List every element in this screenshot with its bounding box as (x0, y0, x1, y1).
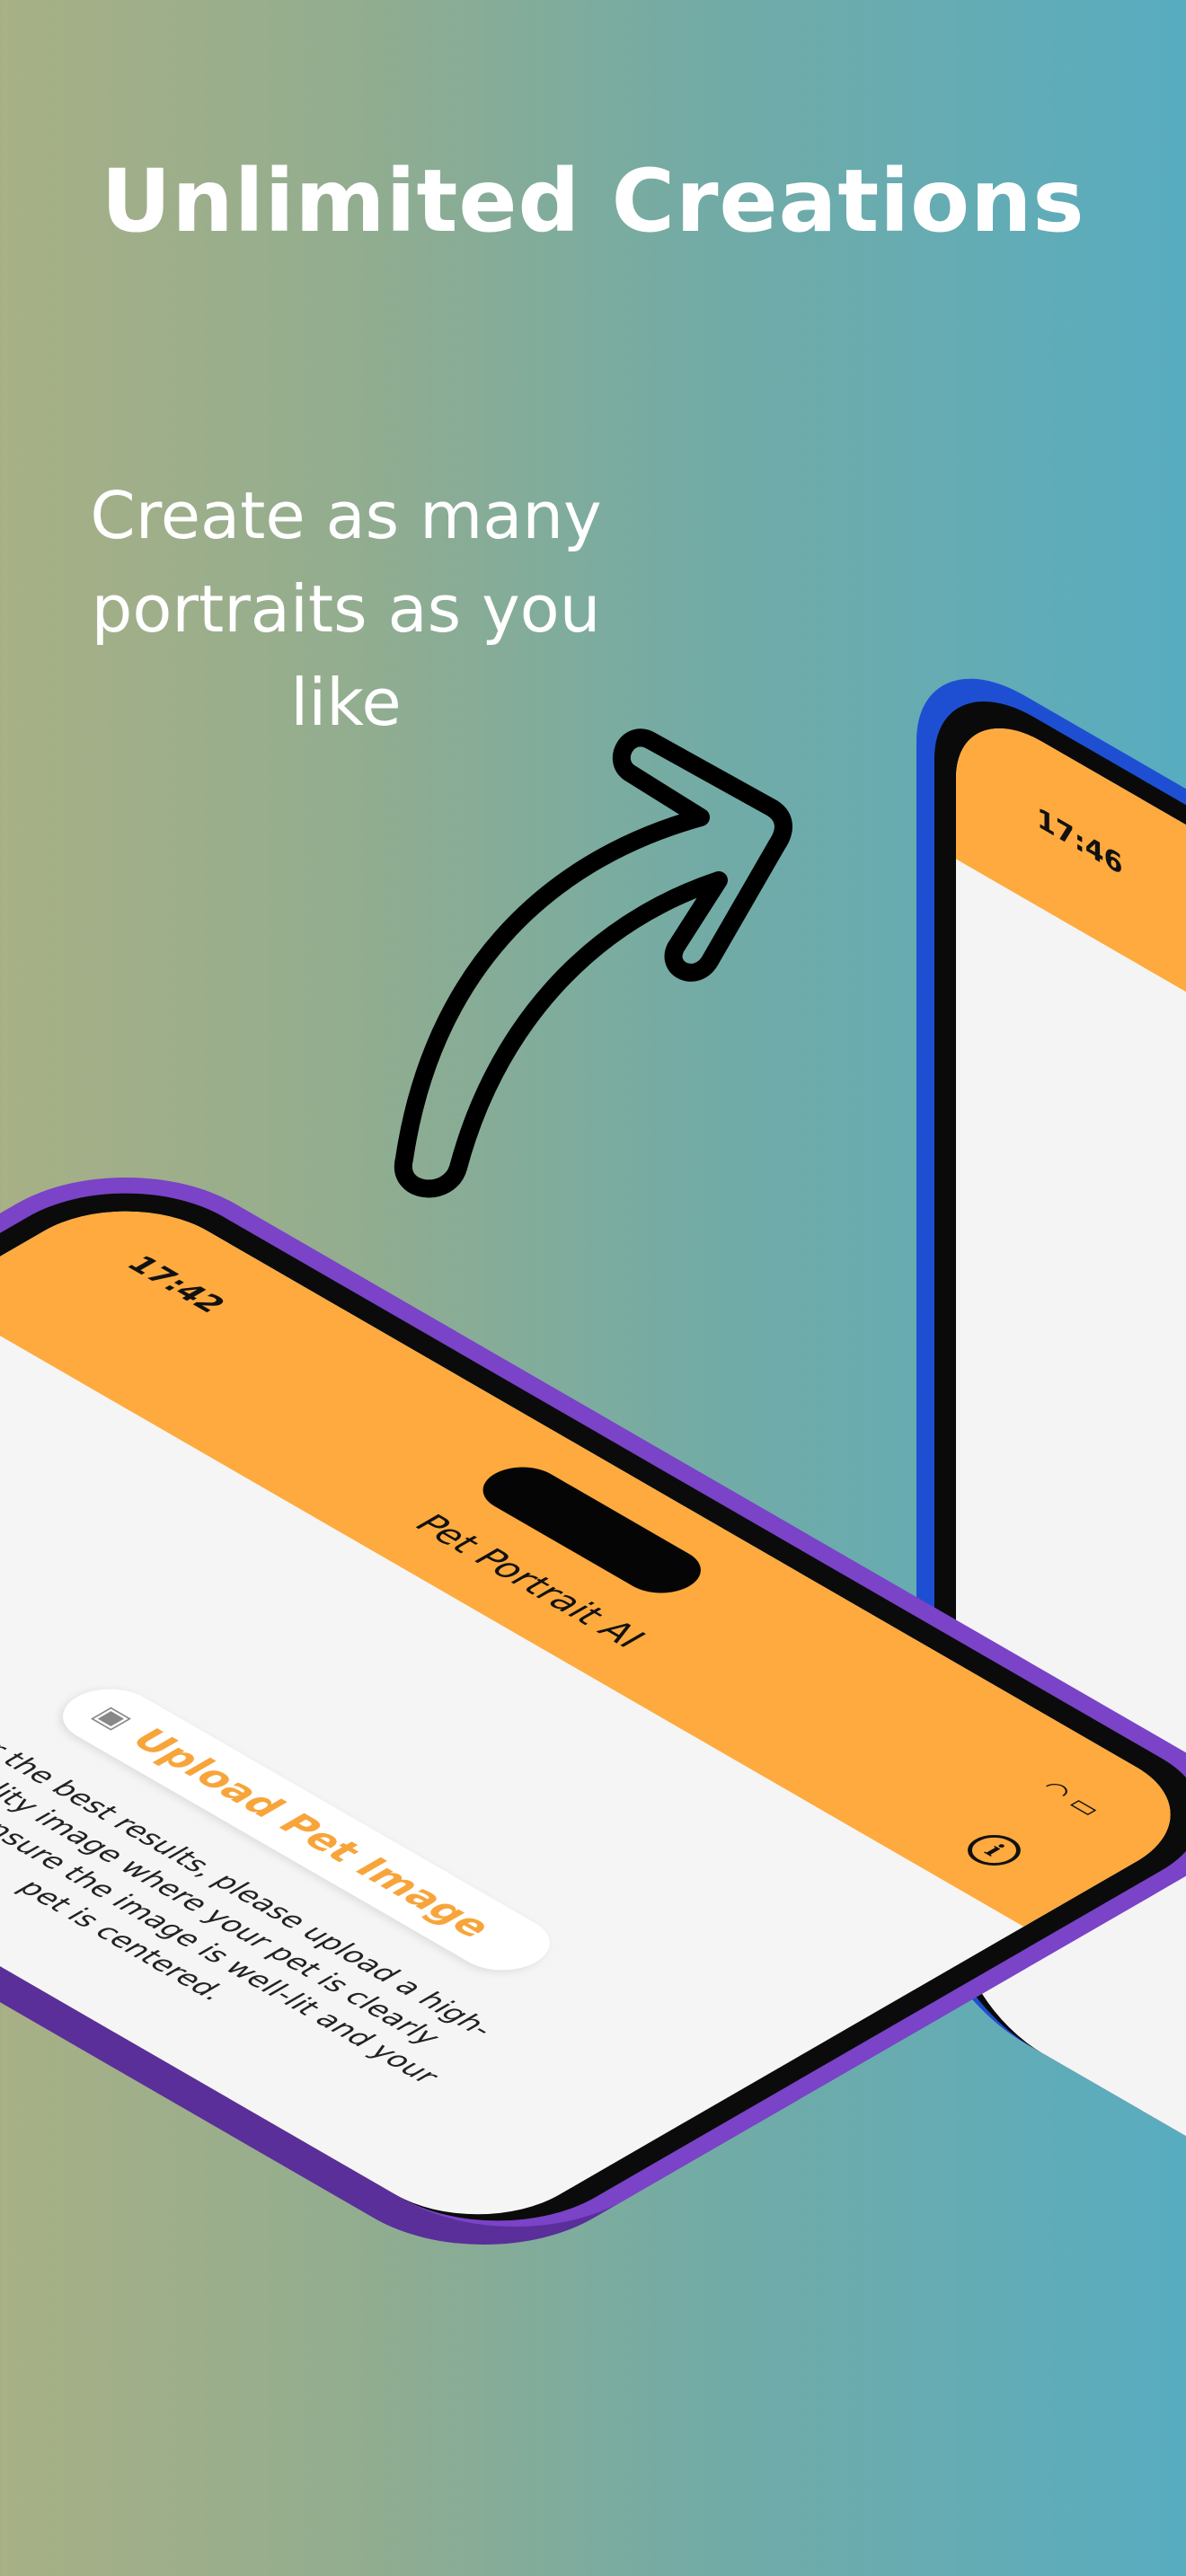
battery-icon: ▭ (1059, 1792, 1110, 1822)
status-time: 17:46 (1037, 801, 1123, 883)
phone-screen: 17:46 (956, 692, 1186, 2375)
status-icons: ◠ ▭ (1032, 1777, 1110, 1822)
image-upload-icon: ▣ (84, 1701, 141, 1734)
curved-arrow-icon (394, 728, 792, 1198)
subheadline: Create as many portraits as you like (90, 478, 602, 740)
headline: Unlimited Creations (101, 151, 1085, 251)
back-phone-mockup: 17:46 (916, 633, 1186, 2375)
status-time: 17:42 (118, 1251, 234, 1319)
